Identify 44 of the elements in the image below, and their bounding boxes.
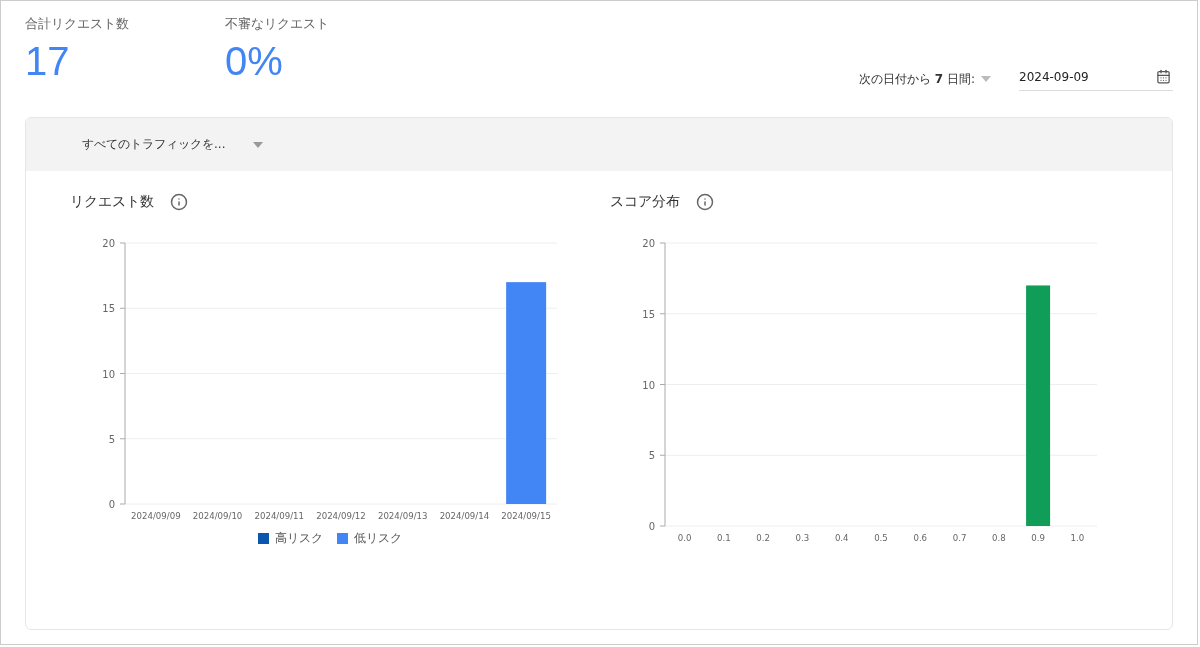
y-tick-label: 15	[642, 308, 655, 320]
chart-title: リクエスト数	[70, 193, 154, 211]
y-tick-label: 10	[102, 368, 115, 380]
y-tick-label: 10	[642, 379, 655, 391]
x-tick-label: 2024/09/12	[316, 511, 366, 521]
x-tick-label: 0.2	[756, 533, 770, 543]
info-icon[interactable]	[696, 193, 714, 211]
caret-icon	[253, 141, 264, 148]
x-tick-label: 0.8	[992, 533, 1006, 543]
x-tick-label: 2024/09/09	[131, 511, 181, 521]
chart-title: スコア分布	[610, 193, 680, 211]
y-tick-label: 15	[102, 303, 115, 315]
x-tick-label: 0.7	[952, 533, 967, 543]
date-field[interactable]: 2024-09-09	[1019, 67, 1173, 91]
x-tick-label: 2024/09/11	[254, 511, 305, 521]
x-tick-label: 2024/09/10	[192, 511, 243, 521]
x-tick-label: 2024/09/13	[377, 511, 428, 521]
y-tick-label: 20	[642, 238, 655, 249]
y-tick-label: 0	[648, 521, 655, 532]
y-tick-label: 20	[102, 238, 115, 249]
x-tick-label: 2024/09/14	[439, 511, 490, 521]
legend-label: 高リスク	[275, 530, 323, 547]
stat-label: 不審なリクエスト	[225, 15, 330, 33]
y-tick-label: 5	[648, 450, 655, 462]
x-tick-label: 2024/09/15	[501, 511, 551, 521]
x-tick-label: 0.0	[677, 533, 692, 543]
stat-value: 17	[25, 39, 71, 84]
legend-label: 低リスク	[354, 530, 402, 547]
info-icon[interactable]	[170, 193, 188, 211]
range-dropdown[interactable]: 次の日付から 7 日間:	[858, 70, 991, 88]
traffic-dropdown[interactable]: すべてのトラフィックを...	[82, 136, 264, 153]
caret-icon	[981, 76, 991, 82]
stat-value: 0%	[225, 39, 284, 84]
y-tick-label: 0	[108, 499, 115, 510]
x-tick-label: 0.1	[717, 533, 731, 543]
calendar-icon[interactable]	[1156, 69, 1171, 84]
x-tick-label: 0.9	[1031, 533, 1045, 543]
stat-label: 合計リクエスト数	[25, 15, 130, 33]
x-tick-label: 0.6	[913, 533, 928, 543]
y-tick-label: 5	[108, 433, 115, 445]
x-tick-label: 0.3	[795, 533, 810, 543]
x-tick-label: 0.4	[834, 533, 849, 543]
x-tick-label: 1.0	[1070, 533, 1085, 543]
x-tick-label: 0.5	[874, 533, 888, 543]
